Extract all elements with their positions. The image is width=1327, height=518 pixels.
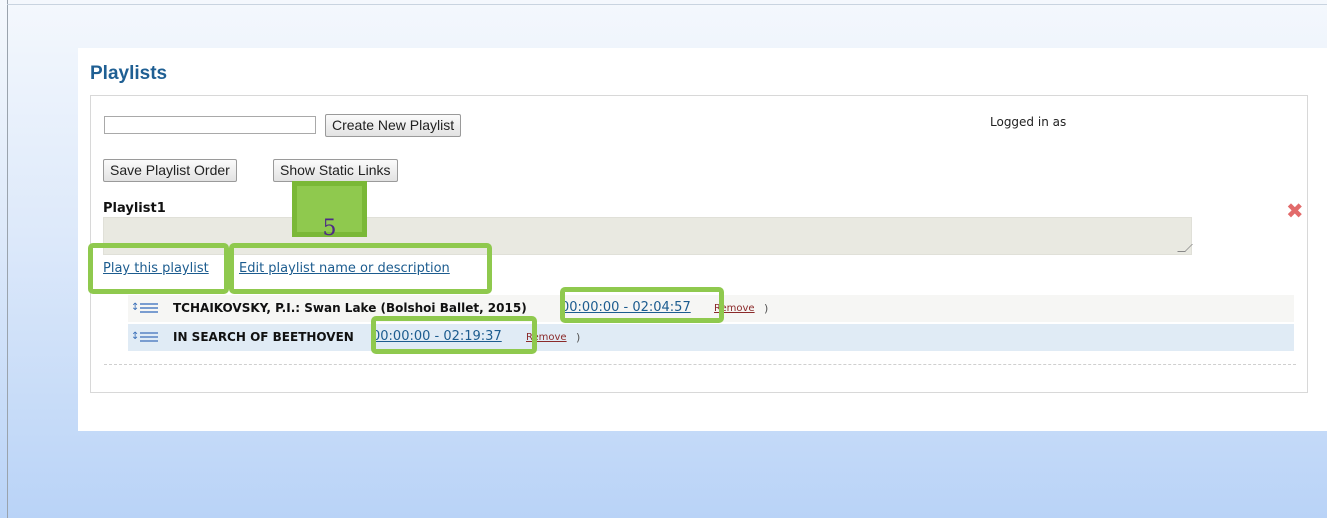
highlight-time-range-2 [371, 316, 537, 354]
list-divider [104, 364, 1296, 365]
close-x-icon[interactable]: ✖ [1286, 201, 1304, 222]
new-playlist-name-input[interactable] [104, 116, 316, 134]
playlist-name: Playlist1 [103, 201, 166, 216]
playlist-item[interactable]: ↕ IN SEARCH OF BEETHOVEN 00:00:00 - 02:1… [128, 324, 1294, 351]
highlight-time-range-1 [560, 287, 724, 323]
item-title: TCHAIKOVSKY, P.I.: Swan Lake (Bolshoi Ba… [173, 301, 527, 315]
create-new-playlist-button[interactable]: Create New Playlist [325, 114, 462, 137]
highlight-play-link [88, 243, 229, 294]
resize-grip-icon[interactable] [1177, 244, 1193, 252]
logged-in-label: Logged in as [990, 115, 1067, 129]
save-playlist-order-button[interactable]: Save Playlist Order [103, 159, 237, 182]
show-static-links-button[interactable]: Show Static Links [273, 159, 398, 182]
drag-handle-icon[interactable]: ↕ [131, 301, 158, 315]
page-title: Playlists [90, 63, 168, 84]
highlight-edit-link [229, 243, 492, 294]
item-paren: ) [576, 331, 581, 344]
window-border [7, 0, 8, 518]
item-title: IN SEARCH OF BEETHOVEN [173, 330, 354, 344]
step-callout: 5 [292, 181, 367, 241]
drag-handle-icon[interactable]: ↕ [131, 330, 158, 344]
playlists-panel: Playlists Create New Playlist Logged in … [78, 48, 1327, 431]
step-number: 5 [322, 216, 337, 241]
window-top-border [7, 4, 1327, 5]
item-paren: ) [764, 302, 769, 315]
